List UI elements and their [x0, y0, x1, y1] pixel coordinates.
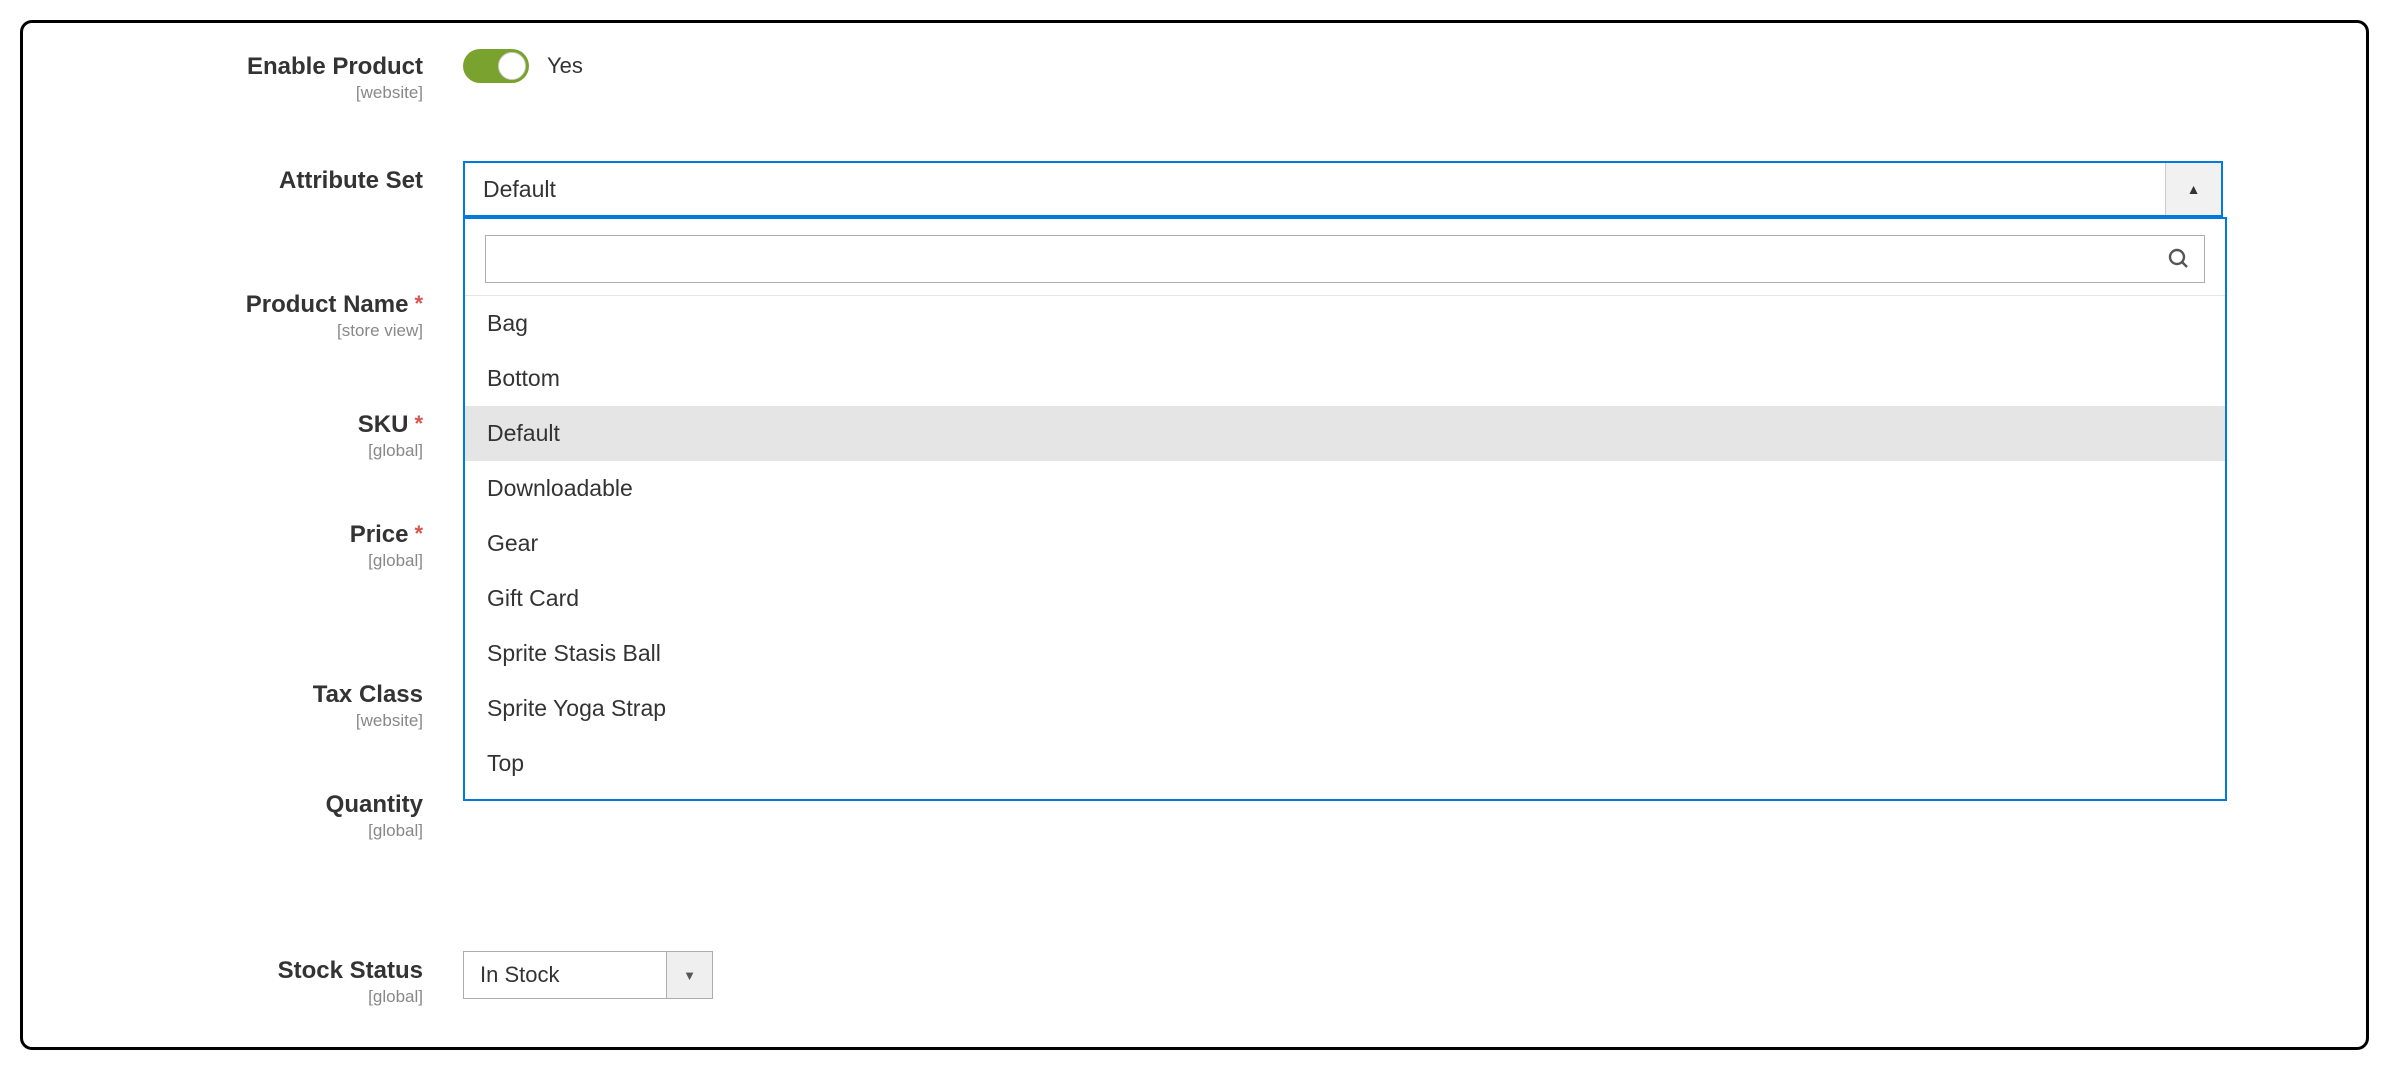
attribute-set-selected-value: Default	[465, 176, 2165, 203]
scope-product-name: [store view]	[63, 321, 423, 341]
dropdown-search	[485, 235, 2205, 283]
attribute-set-option[interactable]: Sprite Yoga Strap	[465, 681, 2225, 736]
enable-product-toggle[interactable]	[463, 49, 529, 83]
scope-stock-status: [global]	[63, 987, 423, 1007]
attribute-set-option[interactable]: Default	[465, 406, 2225, 461]
attribute-set-option[interactable]: Gear	[465, 516, 2225, 571]
attribute-set-dropdown-toggle[interactable]: ▲	[2165, 163, 2221, 215]
label-text-price: Price*	[63, 521, 423, 549]
attribute-set-option[interactable]: Top	[465, 736, 2225, 791]
required-mark-product-name: *	[414, 291, 423, 316]
required-mark-sku: *	[414, 411, 423, 436]
required-mark-price: *	[414, 521, 423, 546]
enable-product-value-text: Yes	[547, 53, 583, 79]
sku-label-text: SKU	[358, 411, 409, 438]
attribute-set-option[interactable]: Gift Card	[465, 571, 2225, 626]
search-icon	[2167, 247, 2191, 271]
label-text-stock-status: Stock Status	[63, 957, 423, 985]
product-form-panel: Enable Product [website] Yes Attribute S…	[20, 20, 2369, 1050]
label-text-enable-product: Enable Product	[63, 53, 423, 81]
label-text-sku: SKU*	[63, 411, 423, 439]
label-attribute-set: Attribute Set	[63, 161, 463, 217]
row-attribute-set: Attribute Set Default ▲	[63, 161, 2326, 217]
label-sku: SKU* [global]	[63, 411, 463, 461]
toggle-wrap-enable-product: Yes	[463, 47, 2326, 83]
scope-tax-class: [website]	[63, 711, 423, 731]
scope-price: [global]	[63, 551, 423, 571]
label-tax-class: Tax Class [website]	[63, 681, 463, 731]
label-product-name: Product Name* [store view]	[63, 291, 463, 341]
chevron-down-icon: ▼	[683, 968, 696, 983]
scope-quantity: [global]	[63, 821, 423, 841]
price-label-text: Price	[350, 521, 409, 548]
control-attribute-set: Default ▲ BagBottomDefaultDownloadableGe…	[463, 161, 2326, 217]
stock-status-selected-value: In Stock	[464, 962, 666, 988]
attribute-set-search-input[interactable]	[485, 235, 2205, 283]
attribute-set-select[interactable]: Default ▲	[463, 161, 2223, 217]
attribute-set-option[interactable]: Sprite Stasis Ball	[465, 626, 2225, 681]
dropdown-search-wrap	[465, 219, 2225, 296]
label-text-product-name: Product Name*	[63, 291, 423, 319]
scope-sku: [global]	[63, 441, 423, 461]
row-stock-status: Stock Status [global] In Stock ▼	[63, 951, 2326, 1007]
stock-status-select[interactable]: In Stock ▼	[463, 951, 713, 999]
label-text-tax-class: Tax Class	[63, 681, 423, 709]
label-quantity: Quantity [global]	[63, 791, 463, 841]
stock-status-dropdown-toggle[interactable]: ▼	[666, 952, 712, 998]
product-name-label-text: Product Name	[246, 291, 409, 318]
label-price: Price* [global]	[63, 521, 463, 571]
row-enable-product: Enable Product [website] Yes	[63, 47, 2326, 103]
label-text-quantity: Quantity	[63, 791, 423, 819]
attribute-set-option[interactable]: Bottom	[465, 351, 2225, 406]
attribute-set-option[interactable]: Downloadable	[465, 461, 2225, 516]
scope-enable-product: [website]	[63, 83, 423, 103]
control-stock-status: In Stock ▼	[463, 951, 2326, 1007]
attribute-set-options-list: BagBottomDefaultDownloadableGearGift Car…	[465, 296, 2225, 791]
attribute-set-option[interactable]: Bag	[465, 296, 2225, 351]
toggle-knob	[498, 52, 526, 80]
label-enable-product: Enable Product [website]	[63, 47, 463, 103]
control-enable-product: Yes	[463, 47, 2326, 103]
label-text-attribute-set: Attribute Set	[63, 167, 423, 195]
label-stock-status: Stock Status [global]	[63, 951, 463, 1007]
chevron-up-icon: ▲	[2187, 181, 2201, 197]
attribute-set-dropdown-panel: BagBottomDefaultDownloadableGearGift Car…	[463, 217, 2227, 801]
